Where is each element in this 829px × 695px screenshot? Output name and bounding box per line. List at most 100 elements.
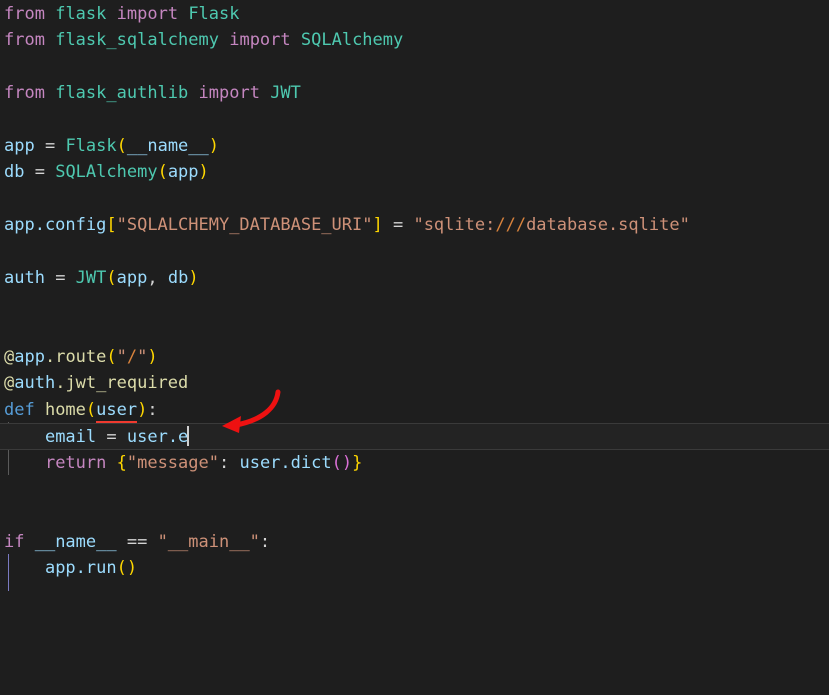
code-line-15[interactable]: @auth.jwt_required [0, 370, 829, 396]
token-operator-equality: == [116, 531, 158, 552]
token-class-flask: Flask [188, 4, 240, 24]
token-class-flask: Flask [65, 135, 117, 156]
token-brace-close: } [352, 452, 363, 473]
token-argument-app: app [116, 267, 148, 288]
token-colon: : [147, 399, 158, 420]
code-line-22[interactable]: app.run() [0, 555, 829, 581]
token-quote-open: " [116, 347, 127, 368]
token-paren-close: ) [198, 162, 209, 183]
token-dunder-name: __name__ [126, 135, 209, 156]
token-method-jwt-required: .jwt_required [55, 373, 189, 394]
token-decorator-at: @ [4, 373, 15, 394]
token-object-app: app [14, 347, 45, 368]
text-cursor [187, 426, 190, 447]
token-operator-assign: = [24, 162, 56, 183]
token-keyword-return: return [44, 452, 107, 473]
token-keyword-import: import [116, 4, 179, 24]
token-string-main: "__main__" [157, 531, 260, 552]
token-paren-close: ) [188, 267, 199, 288]
token-paren-open: ( [116, 135, 127, 156]
token-string-message-key: "message" [126, 452, 219, 473]
token-operator-assign: = [34, 135, 66, 156]
token-keyword-from: from [4, 83, 45, 104]
token-function-home: home [34, 399, 86, 420]
token-class-sqlalchemy: SQLAlchemy [300, 30, 404, 51]
code-line-2[interactable]: from flask_sqlalchemy import SQLAlchemy [0, 27, 829, 53]
token-paren-close: ) [341, 452, 353, 473]
token-operator-assign: = [96, 427, 127, 448]
code-line-4[interactable]: from flask_authlib import JWT [0, 80, 829, 106]
code-lines-container[interactable]: from flask import Flask from flask_sqlal… [0, 0, 829, 582]
code-line-3[interactable] [0, 54, 829, 80]
token-module-flask: flask [55, 4, 107, 24]
code-line-12[interactable] [0, 291, 829, 317]
token-paren-open: ( [106, 347, 117, 368]
token-partial-attribute: .e [167, 427, 189, 448]
token-quote-close: " [137, 347, 148, 368]
token-class-jwt: JWT [270, 83, 301, 104]
token-bracket-close: ] [372, 215, 383, 236]
code-line-16[interactable]: def home(user): [0, 397, 829, 423]
code-line-13[interactable] [0, 318, 829, 344]
code-line-8[interactable] [0, 186, 829, 212]
token-keyword-from: from [4, 4, 45, 24]
token-keyword-from: from [4, 30, 45, 51]
token-paren-close: ) [208, 135, 220, 156]
code-line-20[interactable] [0, 502, 829, 528]
token-object-auth: auth [14, 373, 56, 394]
token-string-db-file: database.sqlite" [526, 215, 690, 236]
code-line-5[interactable] [0, 107, 829, 133]
code-line-1[interactable]: from flask import Flask [0, 1, 829, 27]
token-module-flask-authlib: flask_authlib [55, 83, 189, 104]
token-operator-assign: = [44, 267, 76, 288]
token-paren-open: ( [157, 162, 168, 183]
token-module-flask-sqlalchemy: flask_sqlalchemy [55, 30, 219, 51]
token-variable-app: app [4, 135, 35, 156]
code-line-10[interactable] [0, 239, 829, 265]
token-method-route: .route [44, 347, 107, 368]
token-keyword-import: import [229, 30, 291, 51]
token-variable-app: app [167, 162, 199, 183]
token-paren-open: ( [85, 399, 97, 420]
token-keyword-def: def [4, 399, 35, 420]
code-line-18[interactable]: return {"message": user.dict()} [0, 450, 829, 476]
token-object-user: user [239, 452, 281, 473]
token-string-sqlite-prefix: "sqlite: [413, 215, 496, 236]
code-line-9[interactable]: app.config["SQLALCHEMY_DATABASE_URI"] = … [0, 212, 829, 238]
token-paren-open: ( [116, 558, 127, 579]
token-class-jwt: JWT [75, 267, 107, 288]
token-method-dict: .dict [280, 452, 332, 473]
code-line-11[interactable]: auth = JWT(app, db) [0, 265, 829, 291]
token-object-app-config: app.config [4, 215, 107, 236]
code-line-14[interactable]: @app.route("/") [0, 344, 829, 370]
token-paren-close: ) [126, 558, 138, 579]
code-line-17-active[interactable]: email = user.e [0, 423, 829, 450]
code-editor[interactable]: from flask import Flask from flask_sqlal… [0, 0, 829, 695]
token-class-sqlalchemy: SQLAlchemy [55, 162, 158, 183]
token-paren-open: ( [331, 452, 342, 473]
code-line-7[interactable]: db = SQLAlchemy(app) [0, 159, 829, 185]
token-variable-email: email [44, 427, 97, 448]
token-keyword-import: import [198, 83, 260, 104]
token-parameter-user-error[interactable]: user [96, 400, 137, 420]
token-variable-db: db [4, 162, 25, 183]
token-colon: : [259, 531, 271, 552]
token-object-app: app [44, 558, 76, 579]
token-colon: : [218, 452, 240, 473]
token-decorator-at: @ [4, 347, 15, 368]
token-string-db-uri-key: "SQLALCHEMY_DATABASE_URI" [116, 215, 373, 236]
code-line-6[interactable]: app = Flask(__name__) [0, 133, 829, 159]
code-line-21[interactable]: if __name__ == "__main__": [0, 529, 829, 555]
code-line-19[interactable] [0, 476, 829, 502]
